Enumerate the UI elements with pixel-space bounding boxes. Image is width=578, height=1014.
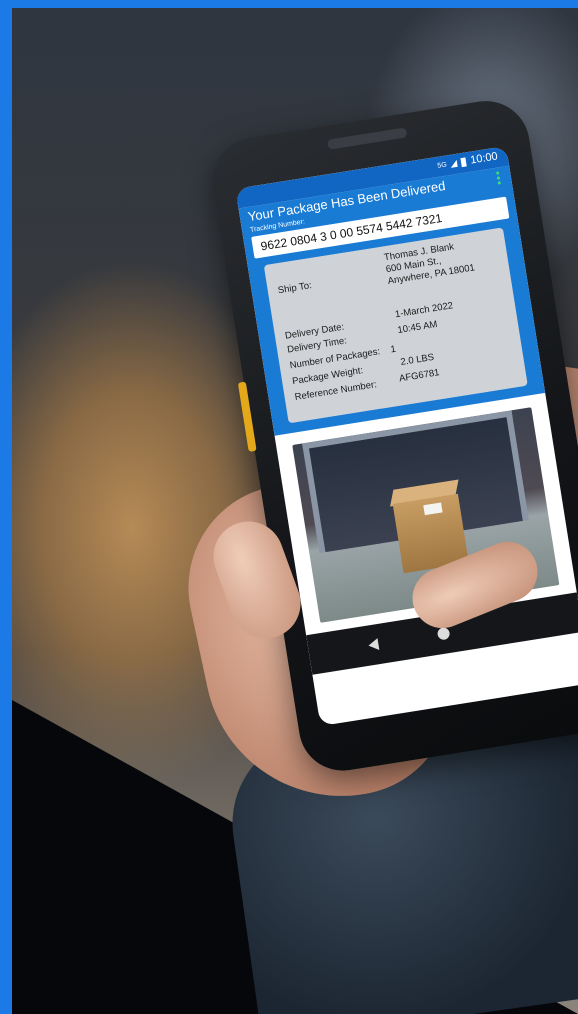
battery-icon [460,156,468,167]
overflow-menu-icon[interactable] [495,171,502,185]
home-icon[interactable] [436,626,451,641]
delivery-date: 1-March 2022 [394,300,454,321]
blue-frame-top [0,0,578,8]
delivery-card: Your Package Has Been Delivered Tracking… [238,165,546,436]
delivery-details: Ship To: Thomas J. Blank 600 Main St., A… [263,227,528,424]
scene: 5G 10:00 Your Package Has Been Delivered… [0,0,578,1014]
signal-icon [450,159,459,168]
status-time: 10:00 [469,150,499,167]
reference-number: AFG6781 [398,367,441,385]
blue-frame-left [0,0,12,1014]
back-icon[interactable] [367,638,380,652]
packages-count: 1 [389,343,397,356]
delivery-time: 10:45 AM [396,318,439,337]
package-weight: 2.0 LBS [399,351,435,369]
network-indicator: 5G [436,160,448,170]
ship-to-label: Ship To: [277,280,313,297]
